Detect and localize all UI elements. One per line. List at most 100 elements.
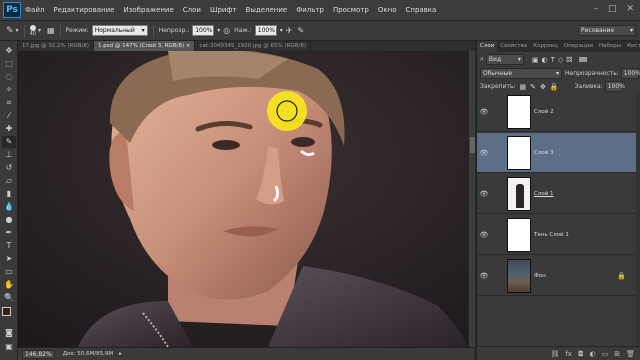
mask-icon[interactable]: ◘ [578,350,584,358]
layer-name: Фон [534,272,546,279]
lasso-tool-icon[interactable]: ◌ [2,71,16,83]
layers-panel: Слои Свойства Коррекц Операции Наборы Ки… [476,41,640,360]
dodge-tool-icon[interactable]: ● [2,214,16,226]
flow-dropdown-icon[interactable]: ▾ [280,27,283,34]
new-layer-icon[interactable]: ⊞ [614,350,620,358]
menu-edit[interactable]: Редактирование [53,6,114,14]
history-brush-tool-icon[interactable]: ↺ [2,162,16,174]
visibility-eye-icon[interactable]: 👁 [477,108,491,116]
canvas-vertical-scrollbar[interactable] [468,51,475,347]
layer-row-ten-sloy-1[interactable]: 👁 Тень Слой 1 [477,215,636,255]
canvas-scroll-thumb[interactable] [470,137,475,153]
tab-brush[interactable]: Кисть [624,41,640,52]
clone-stamp-tool-icon[interactable]: ⊥ [2,149,16,161]
status-menu-arrow-icon[interactable]: ▸ [119,351,122,357]
menu-image[interactable]: Изображение [123,6,173,14]
flow-label: Наж.: [234,27,252,34]
screen-mode-icon[interactable]: ▣ [2,341,16,353]
blend-mode-select[interactable]: Нормальный [91,25,148,36]
brush-tool-preset-icon[interactable]: ✎ [6,26,14,36]
filter-kind-select[interactable]: Вид [485,54,524,65]
maximize-button[interactable]: □ [608,4,617,14]
link-icon[interactable]: ⛓ [550,350,559,358]
menu-help[interactable]: Справка [405,6,436,14]
menu-bar: Ps Файл Редактирование Изображение Слои … [0,0,640,21]
menu-layers[interactable]: Слои [183,6,201,14]
tab-presets[interactable]: Наборы [596,41,624,52]
layers-scrollbar[interactable] [636,91,640,346]
left-eye [212,140,240,150]
tab-1-psd[interactable]: 1.psd @ 147% (Слой 3, RGB/8) × [93,41,196,51]
zoom-field[interactable]: 146,82% [22,349,55,359]
filter-type-icons[interactable]: ▣◐T◇⚄ [532,56,575,64]
marquee-tool-icon[interactable]: ⬚ [2,58,16,70]
layer-row-sloy-2[interactable]: 👁 Слой 2 [477,92,636,132]
menu-filter[interactable]: Фильтр [296,6,324,14]
menu-select[interactable]: Выделение [246,6,288,14]
tab-adjustments[interactable]: Коррекц [530,41,561,52]
menu-file[interactable]: Файл [25,6,44,14]
workspace-select[interactable]: Рисование [578,25,636,36]
eraser-tool-icon[interactable]: ▱ [2,175,16,187]
fx-icon[interactable]: fx [565,350,572,358]
brush-panel-toggle-icon[interactable]: ▦ [47,26,55,35]
type-tool-icon[interactable]: T [2,240,16,252]
eyedropper-tool-icon[interactable]: ⁄ [2,110,16,122]
hand-tool-icon[interactable]: ✋ [2,279,16,291]
person-thumbnail-figure [516,183,524,208]
layer-row-fon[interactable]: 👁 Фон 🔒 [477,256,636,296]
crop-tool-icon[interactable]: ⌗ [2,97,16,109]
pressure-size-icon[interactable]: ✎ [297,26,304,35]
airbrush-icon[interactable]: ✈ [286,26,293,35]
visibility-eye-icon[interactable]: 👁 [477,149,491,157]
foreground-color-swatch[interactable] [2,307,11,316]
layer-name: Слой 3 [534,149,554,156]
quick-select-tool-icon[interactable]: ✧ [2,84,16,96]
menu-type[interactable]: Шрифт [210,6,237,14]
path-select-tool-icon[interactable]: ➤ [2,253,16,265]
close-button[interactable]: ✕ [626,4,634,14]
minimize-button[interactable]: – [593,4,598,14]
flow-field[interactable]: 100% [254,25,277,36]
healing-tool-icon[interactable]: ✚ [2,123,16,135]
layer-blend-mode-select[interactable]: Обычные [480,68,562,79]
menu-window[interactable]: Окно [378,6,397,14]
tab-cat-jpg[interactable]: cat-3049345_1920.jpg @ 65% (RGB/8) [195,41,311,51]
opacity-dropdown-icon[interactable]: ▾ [217,27,220,34]
opacity-field[interactable]: 100% [192,25,215,36]
brush-cursor-highlight [267,91,307,131]
filter-toggle[interactable] [579,57,588,62]
adjustment-icon[interactable]: ◐ [590,350,596,358]
layer-name: Тень Слой 1 [534,231,569,238]
document-canvas[interactable] [18,51,468,347]
visibility-eye-icon[interactable]: 👁 [477,190,491,198]
pressure-opacity-icon[interactable]: ◎ [223,26,230,35]
tab-layers[interactable]: Слои [477,41,498,52]
quick-mask-icon[interactable]: ◙ [2,327,16,339]
blur-tool-icon[interactable]: 💧 [2,201,16,213]
visibility-eye-icon[interactable]: 👁 [477,231,491,239]
mode-label: Режим: [65,27,89,34]
brush-tool-icon[interactable]: ✎ [2,136,16,148]
folder-icon[interactable]: ▭ [602,350,609,358]
fill-label: Заливка: [574,83,603,90]
move-tool-icon[interactable]: ✥ [2,45,16,57]
layer-row-sloy-3[interactable]: 👁 Слой 3 [477,133,636,173]
trash-icon[interactable]: 🗑 [626,350,635,358]
gradient-tool-icon[interactable]: ▮ [2,188,16,200]
pen-tool-icon[interactable]: ✒ [2,227,16,239]
layer-row-sloy-1[interactable]: 👁 Слой 1 [477,174,636,214]
lock-options-icons[interactable]: ▦✎✥🔒 [520,83,563,91]
shape-tool-icon[interactable]: ▭ [2,266,16,278]
tab-17-jpg[interactable]: 17.jpg @ 32,2% (RGB/8) [18,41,94,51]
brush-size-picker[interactable]: 40 [30,24,36,37]
fill-field[interactable]: 100% [604,81,625,92]
menu-view[interactable]: Просмотр [333,6,369,14]
portrait-image [18,51,468,347]
layer-opacity-field[interactable]: 100% [620,68,640,79]
visibility-eye-icon[interactable]: 👁 [477,272,491,280]
tab-actions[interactable]: Операции [561,41,596,52]
zoom-tool-icon[interactable]: 🔍 [2,292,16,304]
photoshop-logo: Ps [3,2,21,18]
tab-properties[interactable]: Свойства [497,41,530,52]
